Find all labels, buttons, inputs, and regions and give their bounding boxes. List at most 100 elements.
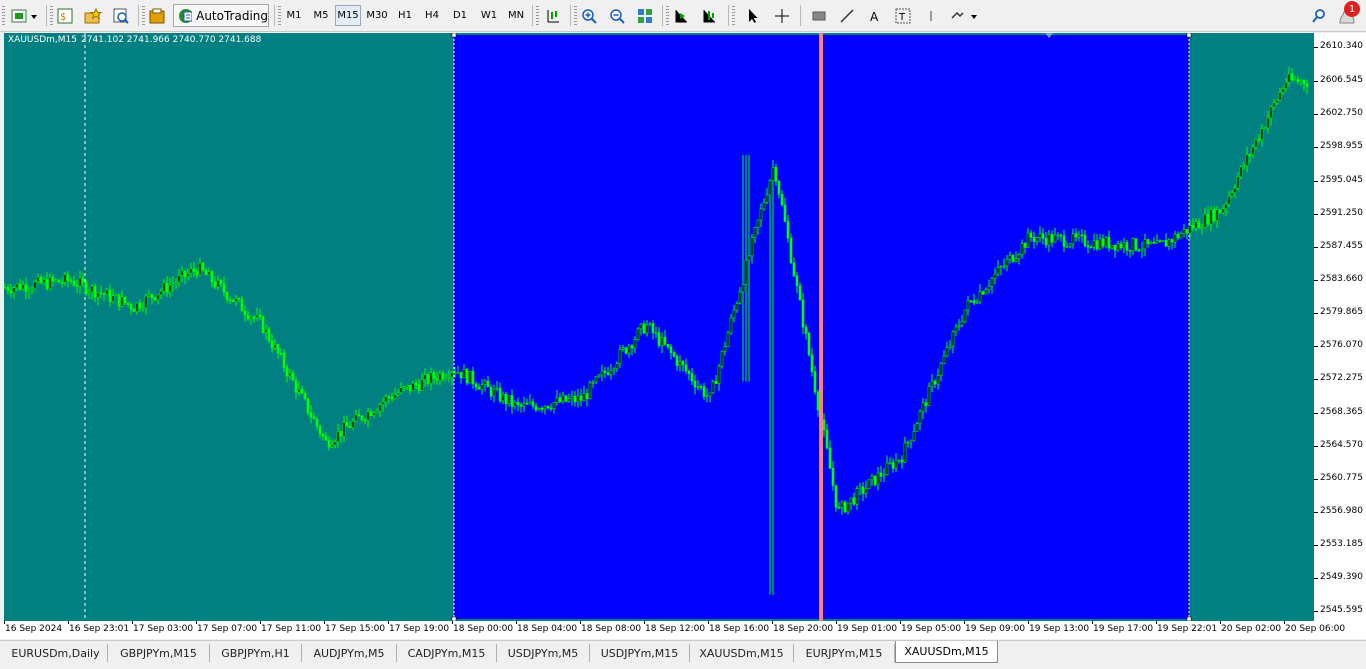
price-axis[interactable]: 2610.340 2606.545 2602.750 2598.955 2595.045… [1314,33,1366,621]
autotrading-button[interactable]: AutoTrading [173,4,269,27]
price-label: 2560.775 [1320,473,1363,484]
candle-body [4,287,7,289]
experts-button[interactable] [146,5,168,26]
time-axis[interactable]: 16 Sep 2024 16 Sep 23:01 17 Sep 03:00 17 Se… [0,621,1366,639]
zoom-out-button[interactable] [606,5,628,26]
candle-body [807,333,811,356]
favorites-button[interactable] [82,5,104,26]
timeframe-m30[interactable]: M30 [364,5,390,26]
price-label: 2598.955 [1320,140,1363,151]
market-watch-icon: $ [57,8,73,23]
candle-body [753,227,757,239]
candle-body [30,288,34,291]
chart-tab[interactable]: CADJPYm,M15 [397,644,497,662]
candle-body [54,279,58,282]
candle-body [1263,127,1267,130]
candle-body [786,221,790,239]
chart-tab[interactable]: GBPJPYm,M15 [108,644,210,662]
notifications-button[interactable]: 1 [1335,1,1361,26]
timeframe-w1[interactable]: W1 [476,5,502,26]
fibo-tool-button[interactable] [920,5,942,26]
candle-body [954,326,958,333]
selection-handle [451,33,457,38]
price-tick [1314,47,1318,49]
candlestick-chart[interactable] [4,33,1314,621]
candle-body [1005,259,1009,267]
candle-body [504,393,508,405]
candle-body [921,402,925,412]
candle-body [189,268,193,274]
timeframe-m1[interactable]: M1 [281,5,307,26]
candle-body [216,279,220,288]
chart-tab[interactable]: USDJPYm,M5 [497,644,590,662]
candle-body [1134,238,1138,251]
candle-body [711,380,715,394]
timeframe-mn[interactable]: MN [503,5,529,26]
timeframe-h1[interactable]: H1 [392,5,418,26]
candle-body [69,280,73,282]
cursor-arrow-icon [749,8,758,23]
candle-body [675,355,679,367]
chart-tab[interactable]: XAUUSDm,M15 [690,644,794,662]
candle-body [585,393,589,400]
timeframe-m15[interactable]: M15 [335,5,361,26]
candle-body [1122,242,1126,249]
chart-tab[interactable]: EURJPYm,M15 [794,644,895,662]
timeframe-h4[interactable]: H4 [419,5,445,26]
more-objects-button[interactable] [948,5,980,26]
chart-tab[interactable]: XAUUSDm,M15 [895,641,998,663]
chart-tab[interactable]: USDJPYm,M15 [590,644,690,662]
candle-body [177,275,181,283]
candle-body [1038,233,1042,238]
candle-body [147,294,151,297]
market-watch-button[interactable]: $ [54,5,76,26]
crosshair-button[interactable] [771,5,793,26]
trendline-tool-button[interactable] [836,5,858,26]
candle-body [1149,242,1153,245]
candle-body [453,372,457,374]
candle-body [981,291,985,295]
auto-scroll-button[interactable] [670,5,692,26]
strategy-tester-button[interactable] [110,5,132,26]
candle-body [945,347,949,357]
chart-tab[interactable]: GBPJPYm,H1 [210,644,302,662]
time-label: 19 Sep 05:00 [901,624,962,634]
candle-body [1071,233,1075,245]
candle-body [513,401,517,407]
timeframe-m5[interactable]: M5 [308,5,334,26]
search-button[interactable] [1308,5,1330,26]
candle-body [309,412,313,418]
timeframe-d1[interactable]: D1 [447,5,473,26]
objects-dropdown-icon [951,11,977,19]
zoom-in-button[interactable] [578,5,600,26]
candle-body [1269,106,1273,119]
chart-area[interactable]: XAUUSDm,M15 2741.102 2741.966 2740.770 27… [4,33,1314,621]
chart-shift-button[interactable] [698,5,720,26]
vertical-marker-line [819,33,823,621]
candle-body [117,294,121,307]
candle-body [867,479,871,489]
candle-body [129,303,133,310]
candle-body [1032,236,1036,242]
candle-body [1248,154,1252,156]
chart-tab[interactable]: EURUSDm,Daily [4,644,108,662]
chart-tab[interactable]: AUDJPYm,M5 [302,644,397,662]
candle-body [525,402,529,405]
cursor-button[interactable] [742,5,764,26]
text-label-tool-button[interactable]: T [892,5,914,26]
rectangle-tool-button[interactable] [808,5,830,26]
candle-body [348,425,352,429]
candle-body [516,401,520,406]
tile-windows-button[interactable] [634,5,656,26]
text-tool-button[interactable]: A [864,5,886,26]
period-separators-button[interactable] [542,5,564,26]
toolbar-grip[interactable] [2,6,5,25]
chart-symbol: XAUUSDm,M15 [8,35,77,45]
candle-body [630,345,634,349]
candle-body [549,407,553,410]
new-chart-button[interactable] [9,5,41,26]
candle-body [36,276,40,283]
candle-body [792,262,796,277]
candle-body [450,372,454,378]
price-label: 2579.865 [1320,306,1363,317]
